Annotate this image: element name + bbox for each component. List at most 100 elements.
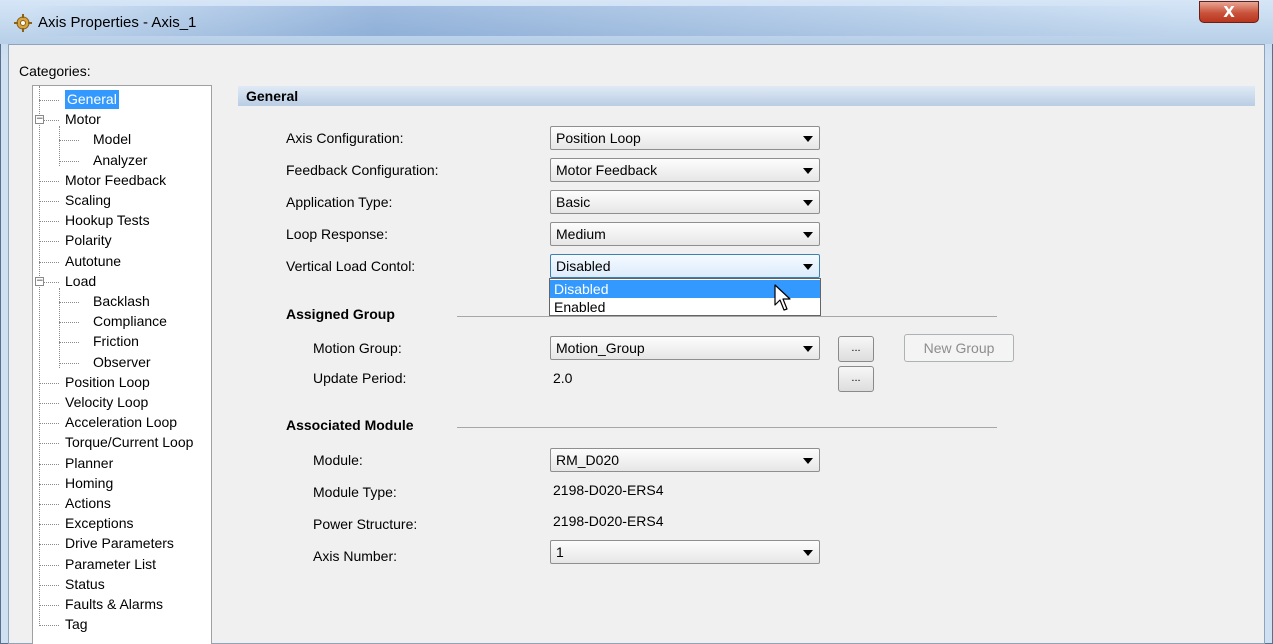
motion-group-label: Motion Group: xyxy=(313,340,402,356)
tree-item-backlash[interactable]: Backlash xyxy=(93,292,150,311)
loop-response-select[interactable]: Medium xyxy=(550,222,820,246)
app-gear-icon xyxy=(14,14,32,32)
tree-connector-line xyxy=(39,443,59,445)
axis-number-select[interactable]: 1 xyxy=(550,540,820,564)
tree-item-velocity-loop[interactable]: Velocity Loop xyxy=(65,393,148,412)
vertical-load-control-value: Disabled xyxy=(556,258,611,274)
tree-item-status[interactable]: Status xyxy=(65,575,105,594)
tree-item-actions[interactable]: Actions xyxy=(65,494,111,513)
title-bar-glow xyxy=(30,6,1180,36)
module-type-label: Module Type: xyxy=(313,484,397,500)
loop-response-label: Loop Response: xyxy=(286,226,388,242)
motion-group-browse-button[interactable]: ... xyxy=(838,336,874,362)
tree-connector-line xyxy=(39,261,59,263)
tree-connector-line xyxy=(39,524,59,526)
expand-collapse-icon[interactable]: − xyxy=(35,276,44,286)
dropdown-arrow-icon xyxy=(803,232,813,238)
application-type-label: Application Type: xyxy=(286,194,393,210)
tree-connector-line xyxy=(59,362,79,364)
tree-item-scaling[interactable]: Scaling xyxy=(65,191,111,210)
tree-item-analyzer[interactable]: Analyzer xyxy=(93,151,147,170)
axis-number-label: Axis Number: xyxy=(313,548,398,564)
new-group-button[interactable]: New Group xyxy=(904,334,1014,362)
feedback-configuration-label: Feedback Configuration: xyxy=(286,162,439,178)
update-period-label: Update Period: xyxy=(313,370,407,386)
power-structure-value: 2198-D020-ERS4 xyxy=(553,513,664,529)
tree-connector-line xyxy=(39,382,59,384)
tree-item-motor[interactable]: Motor xyxy=(65,110,101,129)
tree-item-faults-alarms[interactable]: Faults & Alarms xyxy=(65,595,163,614)
section-title: General xyxy=(246,88,299,104)
tree-item-compliance[interactable]: Compliance xyxy=(93,312,167,331)
tree-guide-line xyxy=(59,288,60,368)
tree-connector-line xyxy=(39,423,59,425)
tree-item-homing[interactable]: Homing xyxy=(65,474,113,493)
tree-connector-line xyxy=(39,483,59,485)
close-icon: X xyxy=(1223,3,1235,21)
axis-configuration-select[interactable]: Position Loop xyxy=(550,126,820,150)
tree-item-planner[interactable]: Planner xyxy=(65,454,113,473)
tree-connector-line xyxy=(39,584,59,586)
tree-item-hookup-tests[interactable]: Hookup Tests xyxy=(65,211,150,230)
axis-number-value: 1 xyxy=(556,544,564,560)
update-period-value: 2.0 xyxy=(553,370,573,386)
application-type-value: Basic xyxy=(556,194,591,210)
tree-connector-line xyxy=(39,625,59,627)
tree-item-autotune[interactable]: Autotune xyxy=(65,252,121,271)
tree-item-exceptions[interactable]: Exceptions xyxy=(65,514,133,533)
tree-item-tag[interactable]: Tag xyxy=(65,615,88,634)
tree-connector-line xyxy=(39,241,59,243)
section-header-bar xyxy=(238,86,1255,106)
window-title: Axis Properties - Axis_1 xyxy=(38,14,197,31)
tree-connector-line xyxy=(39,100,59,101)
tree-item-observer[interactable]: Observer xyxy=(93,353,151,372)
tree-item-friction[interactable]: Friction xyxy=(93,332,139,351)
tree-connector-line xyxy=(59,302,79,303)
application-type-select[interactable]: Basic xyxy=(550,190,820,214)
tree-item-acceleration-loop[interactable]: Acceleration Loop xyxy=(65,413,177,432)
module-label: Module: xyxy=(313,452,363,468)
dropdown-arrow-icon xyxy=(803,458,813,464)
tree-connector-line xyxy=(39,605,59,606)
tree-connector-line xyxy=(39,180,59,182)
loop-response-value: Medium xyxy=(556,226,606,242)
categories-tree[interactable]: General − Motor Model Analyzer Motor Feedback… xyxy=(32,85,212,644)
tree-item-model[interactable]: Model xyxy=(93,130,131,149)
tree-connector-line xyxy=(59,140,79,142)
tree-connector-line xyxy=(39,504,59,505)
dropdown-arrow-icon xyxy=(803,200,813,206)
associated-module-divider xyxy=(457,427,997,428)
update-period-browse-button[interactable]: ... xyxy=(838,366,874,392)
assigned-group-divider xyxy=(457,316,997,317)
close-button[interactable]: X xyxy=(1199,1,1259,23)
assigned-group-title: Assigned Group xyxy=(286,306,395,322)
motion-group-value: Motion_Group xyxy=(556,340,645,356)
axis-configuration-value: Position Loop xyxy=(556,130,641,146)
expand-collapse-icon[interactable]: − xyxy=(35,115,44,125)
tree-item-parameter-list[interactable]: Parameter List xyxy=(65,555,156,574)
feedback-configuration-select[interactable]: Motor Feedback xyxy=(550,158,820,182)
motion-group-select[interactable]: Motion_Group xyxy=(550,336,820,360)
categories-label: Categories: xyxy=(19,63,91,79)
tree-connector-line xyxy=(39,403,59,404)
module-select[interactable]: RM_D020 xyxy=(550,448,820,472)
tree-item-position-loop[interactable]: Position Loop xyxy=(65,373,150,392)
tree-item-general[interactable]: General xyxy=(65,90,119,109)
tree-item-torque-current-loop[interactable]: Torque/Current Loop xyxy=(65,433,193,452)
tree-item-drive-parameters[interactable]: Drive Parameters xyxy=(65,534,174,553)
vertical-load-control-select[interactable]: Disabled xyxy=(550,254,820,278)
module-value: RM_D020 xyxy=(556,452,620,468)
dropdown-arrow-icon xyxy=(803,264,813,270)
mouse-cursor-icon xyxy=(774,284,791,311)
tree-connector-line xyxy=(39,463,59,465)
tree-item-polarity[interactable]: Polarity xyxy=(65,231,112,250)
feedback-configuration-value: Motor Feedback xyxy=(556,162,658,178)
tree-connector-line xyxy=(59,322,79,324)
tree-item-motor-feedback[interactable]: Motor Feedback xyxy=(65,171,166,190)
dropdown-arrow-icon xyxy=(803,168,813,174)
dropdown-arrow-icon xyxy=(803,346,813,352)
tree-connector-line xyxy=(59,342,79,344)
tree-connector-line xyxy=(59,160,79,162)
dropdown-arrow-icon xyxy=(803,550,813,556)
tree-item-load[interactable]: Load xyxy=(65,272,96,291)
